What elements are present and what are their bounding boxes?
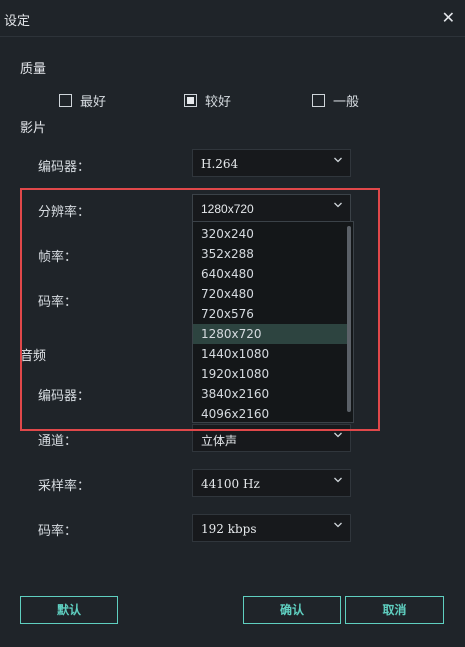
samplerate-label: 采样率：: [38, 479, 91, 494]
video-heading: 影片: [20, 121, 47, 136]
chevron-down-icon: [334, 432, 342, 438]
chevron-down-icon: [334, 477, 342, 483]
quality-best-checkbox[interactable]: 最好: [59, 91, 106, 110]
channel-select[interactable]: 立体声: [192, 424, 351, 452]
confirm-button[interactable]: 确认: [243, 596, 341, 624]
channel-label: 通道：: [38, 434, 78, 449]
quality-normal-label: 一般: [333, 95, 360, 110]
default-button[interactable]: 默认: [20, 596, 118, 624]
quality-heading: 质量: [20, 62, 47, 77]
quality-normal-checkbox[interactable]: 一般: [312, 91, 359, 110]
resolution-option[interactable]: 1920x1080: [193, 364, 347, 384]
audio-encoder-label: 编码器：: [38, 389, 91, 404]
audio-bitrate-value: 192 kbps: [201, 522, 257, 536]
checkbox-icon: [59, 94, 72, 107]
video-encoder-value: H.264: [201, 157, 239, 171]
samplerate-value: 44100 Hz: [201, 477, 260, 491]
resolution-option[interactable]: 720x480: [193, 284, 347, 304]
resolution-option[interactable]: 3840x2160: [193, 384, 347, 404]
resolution-option[interactable]: 1440x1080: [193, 344, 347, 364]
chevron-down-icon: [334, 522, 342, 528]
resolution-option[interactable]: 720x576: [193, 304, 347, 324]
resolution-value: 1280x720: [201, 202, 254, 216]
video-encoder-select[interactable]: H.264: [192, 149, 351, 177]
audio-bitrate-select[interactable]: 192 kbps: [192, 514, 351, 542]
audio-bitrate-label: 码率：: [38, 524, 78, 539]
resolution-label: 分辨率：: [38, 205, 91, 220]
framerate-label: 帧率：: [38, 250, 78, 265]
checkbox-icon: [312, 94, 325, 107]
channel-value: 立体声: [201, 434, 238, 448]
video-bitrate-label: 码率：: [38, 295, 78, 310]
resolution-select[interactable]: 1280x720: [192, 194, 351, 222]
window-title: 设定: [4, 14, 31, 29]
quality-good-checkbox[interactable]: 较好: [184, 91, 231, 110]
chevron-down-icon: [334, 157, 342, 163]
close-icon[interactable]: ✕: [442, 8, 455, 27]
resolution-option[interactable]: 4096x2160: [193, 404, 347, 424]
resolution-option[interactable]: 640x480: [193, 264, 347, 284]
audio-heading: 音频: [20, 349, 47, 364]
video-encoder-label: 编码器：: [38, 160, 91, 175]
cancel-button[interactable]: 取消: [345, 596, 444, 624]
checkbox-checked-icon: [184, 94, 197, 107]
resolution-option[interactable]: 352x288: [193, 244, 347, 264]
resolution-option-selected[interactable]: 1280x720: [193, 324, 347, 344]
title-bar: 设定 ✕: [0, 0, 465, 37]
dropdown-scrollbar[interactable]: [347, 226, 351, 412]
resolution-dropdown-list[interactable]: 320x240 352x288 640x480 720x480 720x576 …: [192, 221, 354, 423]
resolution-option[interactable]: 320x240: [193, 224, 347, 244]
samplerate-select[interactable]: 44100 Hz: [192, 469, 351, 497]
quality-best-label: 最好: [80, 95, 107, 110]
quality-good-label: 较好: [205, 95, 232, 110]
chevron-down-icon: [334, 202, 342, 208]
